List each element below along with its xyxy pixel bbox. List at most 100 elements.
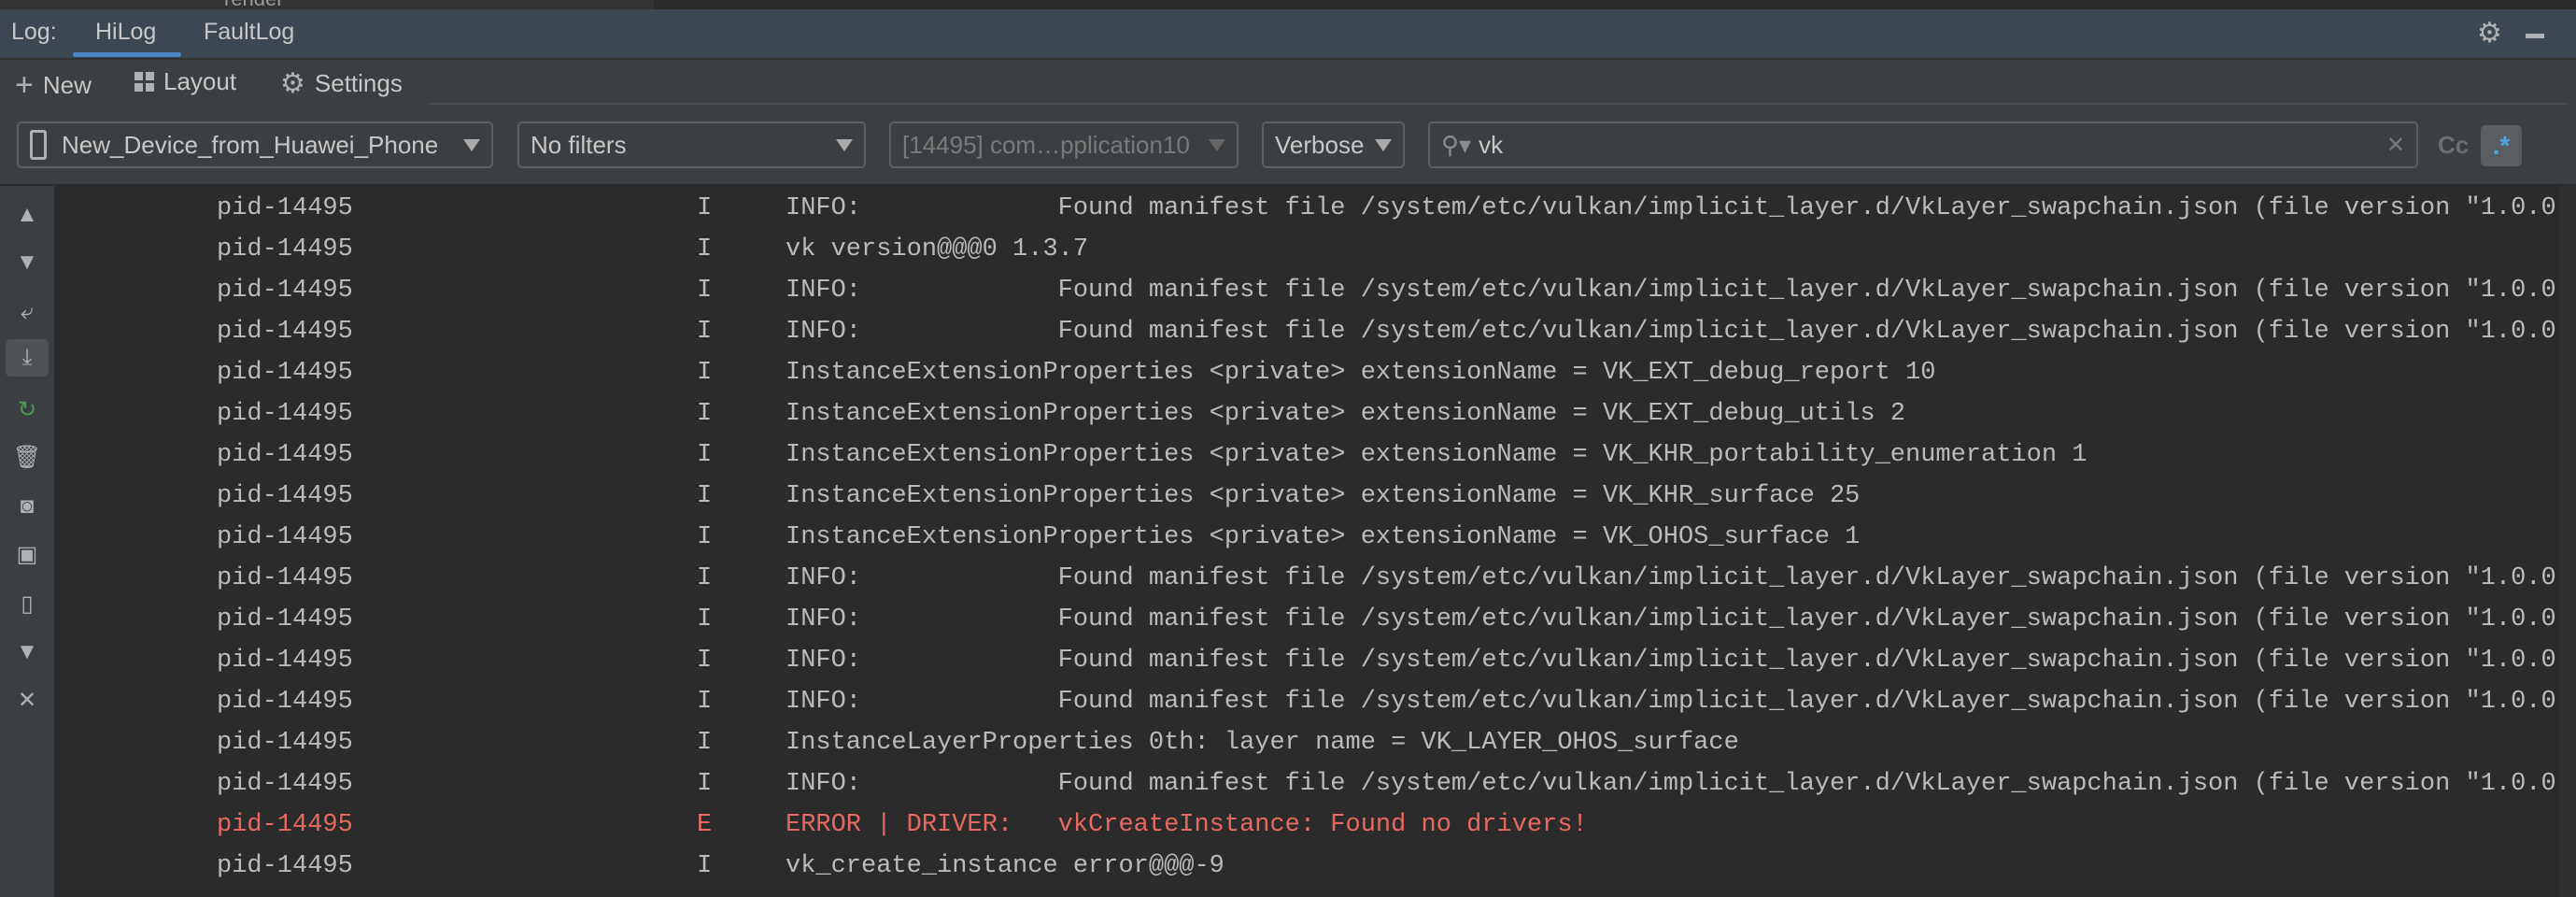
log-row[interactable]: pid-14495 I INFO: Found manifest file /sys… [54,640,2576,681]
search-input[interactable]: ⚲▾ vk ✕ [1428,121,2418,168]
log-tabbar: Log: HiLog FaultLog ⚙ [0,9,2576,60]
log-pid: pid-14495 [217,482,353,510]
log-row[interactable]: pid-14495 Ivk_create_instance error@@@-9 [54,846,2559,887]
log-pid: pid-14495 [217,194,353,222]
new-button[interactable]: + New [15,67,92,104]
log-pid: pid-14495 [217,852,353,880]
log-pid: pid-14495 [217,688,353,716]
chevron-down-icon [463,138,480,151]
log-level: I [697,277,713,305]
log-row[interactable]: pid-14495 Ivk version@@@0 1.3.7 [54,229,2559,270]
log-level: I [697,852,713,880]
filter-icon[interactable]: ▼ [6,634,49,671]
scrollbar[interactable] [2559,186,2576,897]
restart-icon[interactable]: ↻ [6,391,49,428]
log-pid: pid-14495 [217,770,353,798]
log-row[interactable]: pid-14495 I InstanceExtensionProperties <p… [54,352,2559,393]
log-pid: pid-14495 [217,359,353,387]
log-level: I [697,359,713,387]
log-level: I [697,729,713,757]
process-dropdown[interactable]: [14495] com…pplication10 [889,121,1238,168]
log-row[interactable]: pid-14495 I INFO: Found manifest file /sys… [54,311,2576,352]
log-pid: pid-14495 [217,523,353,551]
log-message: InstanceExtensionProperties <private> ex… [786,400,1905,428]
log-row[interactable]: pid-14495 I INFO: Found manifest file /sys… [54,558,2576,599]
log-view[interactable]: pid-14495 I INFO: Found manifest file /sys… [54,186,2576,897]
search-value[interactable]: vk [1479,131,2386,160]
log-level: I [697,194,713,222]
log-pid: pid-14495 [217,811,353,839]
log-row[interactable]: pid-14495 E ERROR | DRIVER: vkCreateInstan… [54,804,2559,846]
log-pid: pid-14495 [217,235,353,263]
log-level: E [697,811,713,839]
scroll-down-icon[interactable]: ▼ [6,244,49,281]
scroll-up-icon[interactable]: ▲ [6,196,49,234]
log-toolbar: + New Layout ⚙ Settings New_Device_from_… [0,60,2576,184]
log-pid: pid-14495 [217,729,353,757]
phone-icon [30,130,47,160]
clear-search-icon[interactable]: ✕ [2386,132,2405,159]
active-tab-indicator [73,52,181,57]
match-case-toggle[interactable]: Cc [2438,131,2469,160]
log-label: Log: [11,19,57,45]
layout-button[interactable]: Layout [134,67,236,96]
log-pid: pid-14495 [217,277,353,305]
search-icon: ⚲▾ [1441,130,1472,159]
log-message: INFO: Found manifest file /system/etc/vu… [786,605,2576,634]
log-level: I [697,235,713,263]
log-message: INFO: Found manifest file /system/etc/vu… [786,277,2576,305]
log-message: InstanceExtensionProperties <private> ex… [786,441,2088,469]
log-level: I [697,441,713,469]
layout-label: Layout [163,67,237,95]
log-pid: pid-14495 [217,400,353,428]
log-message: INFO: Found manifest file /system/etc/vu… [786,770,2576,798]
chevron-down-icon [836,138,853,151]
chevron-down-icon [1209,138,1225,151]
device-dropdown[interactable]: New_Device_from_Huawei_Phone [17,121,493,168]
log-row[interactable]: pid-14495 I InstanceExtensionProperties <p… [54,393,2559,434]
log-message: InstanceExtensionProperties <private> ex… [786,523,1861,551]
log-message: vk_create_instance error@@@-9 [786,852,1224,880]
log-row[interactable]: pid-14495 I INFO: Found manifest file /sys… [54,681,2576,722]
log-level-dropdown[interactable]: Verbose [1262,121,1405,168]
log-message: vk version@@@0 1.3.7 [786,235,1089,263]
log-pid: pid-14495 [217,564,353,592]
scroll-to-end-icon[interactable]: ⤓ [6,339,49,377]
soft-wrap-icon[interactable]: ⤶ [6,293,49,331]
log-level: I [697,647,713,675]
log-row[interactable]: pid-14495 I INFO: Found manifest file /sys… [54,270,2576,311]
gear-icon[interactable]: ⚙ [2477,17,2502,50]
log-row[interactable]: pid-14495 I InstanceExtensionProperties <p… [54,517,2559,558]
minimize-icon[interactable] [2526,34,2544,38]
log-row[interactable]: pid-14495 I InstanceExtensionProperties <p… [54,476,2559,517]
log-row[interactable]: pid-14495 I INFO: Found manifest file /sys… [54,188,2576,229]
log-message: INFO: Found manifest file /system/etc/vu… [786,318,2576,346]
screenshot-icon[interactable]: ◙ [6,488,49,525]
tab-hilog[interactable]: HiLog [95,19,156,46]
log-row[interactable]: pid-14495 I INFO: Found manifest file /sys… [54,599,2576,640]
log-level: I [697,318,713,346]
close-icon[interactable]: ✕ [6,681,49,719]
save-icon[interactable]: ▣ [6,535,49,573]
device-icon[interactable]: ▯ [6,585,49,622]
log-message: INFO: Found manifest file /system/etc/vu… [786,647,2576,675]
log-level-value: Verbose [1275,130,1365,159]
log-level: I [697,770,713,798]
log-pid: pid-14495 [217,647,353,675]
top-strip: render [0,0,2576,10]
log-row[interactable]: pid-14495 I InstanceExtensionProperties <p… [54,434,2559,476]
log-sidebar: ▲ ▼ ⤶ ⤓ ↻ 🗑 ◙ ▣ ▯ ▼ ✕ [0,186,54,897]
settings-label: Settings [314,69,403,97]
settings-button[interactable]: ⚙ Settings [280,67,403,100]
regex-toggle[interactable]: .* [2481,125,2522,166]
filter-dropdown[interactable]: No filters [517,121,866,168]
log-level: I [697,688,713,716]
new-label: New [42,71,92,99]
log-row[interactable]: pid-14495 I InstanceLayerProperties 0th: l… [54,722,2559,763]
tab-faultlog[interactable]: FaultLog [204,19,294,46]
log-pid: pid-14495 [217,441,353,469]
log-row[interactable]: pid-14495 I INFO: Found manifest file /sys… [54,763,2576,804]
clear-icon[interactable]: 🗑 [6,438,49,476]
log-pid: pid-14495 [217,605,353,634]
log-level: I [697,523,713,551]
